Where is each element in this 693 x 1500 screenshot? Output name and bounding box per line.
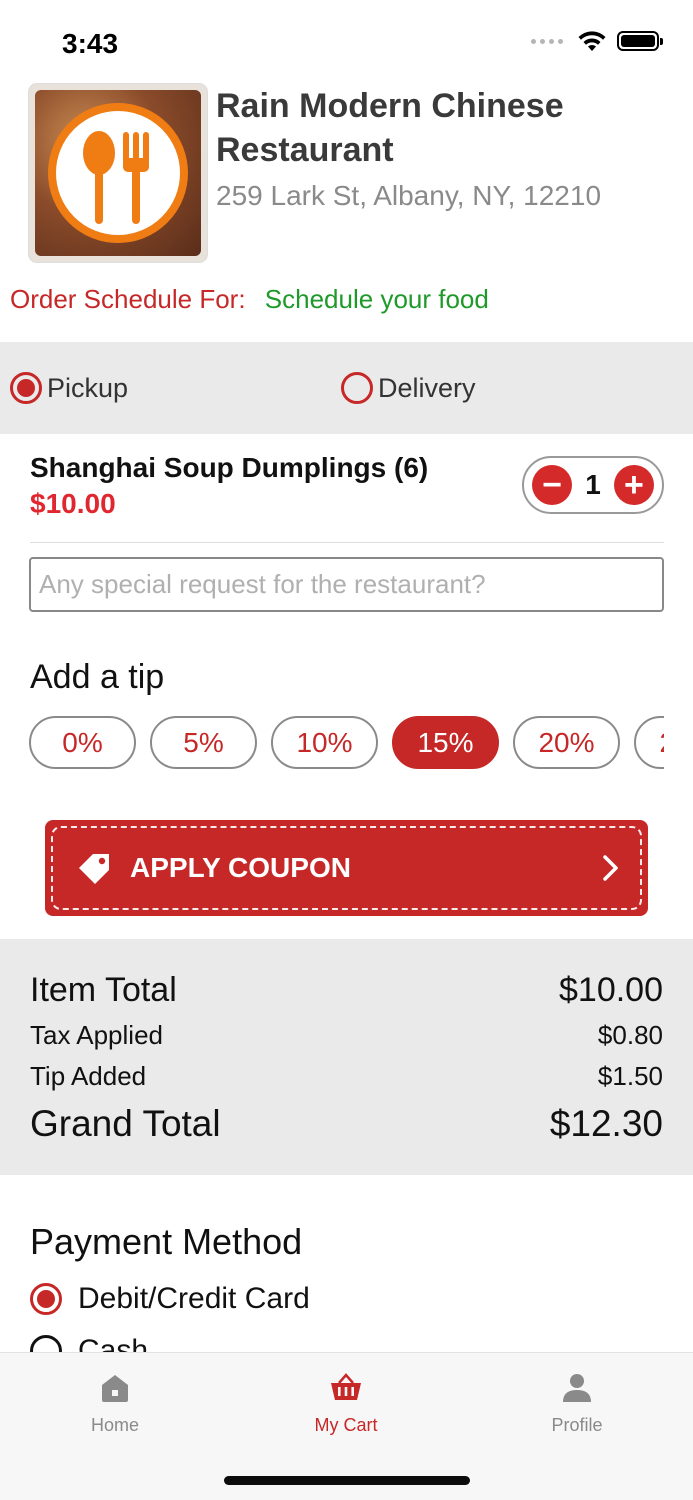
pickup-label: Pickup bbox=[47, 372, 129, 403]
tip-added-label: Tip Added bbox=[30, 1061, 147, 1091]
increase-quantity-button[interactable]: + bbox=[613, 465, 654, 505]
card-radio[interactable] bbox=[30, 1283, 62, 1315]
tab-profile-label: Profile bbox=[551, 1415, 603, 1435]
schedule-food-link[interactable]: Schedule your food bbox=[265, 284, 489, 314]
grand-total-value: $12.30 bbox=[549, 1103, 663, 1144]
delivery-radio[interactable] bbox=[341, 372, 373, 404]
item-total-label: Item Total bbox=[30, 971, 177, 1009]
tip-title: Add a tip bbox=[30, 658, 165, 696]
restaurant-logo bbox=[29, 84, 207, 262]
decrease-quantity-button[interactable]: − bbox=[532, 465, 572, 505]
cart-item: Shanghai Soup Dumplings (6) $10.00 − 1 + bbox=[30, 452, 664, 532]
tip-option-20[interactable]: 20% bbox=[513, 716, 620, 769]
quantity-value: 1 bbox=[585, 469, 601, 500]
cellular-signal-icon bbox=[531, 38, 563, 44]
tag-icon bbox=[79, 854, 109, 884]
basket-icon bbox=[331, 1373, 361, 1400]
tab-home[interactable]: Home bbox=[55, 1369, 175, 1436]
restaurant-address: 259 Lark St, Albany, NY, 12210 bbox=[216, 180, 602, 211]
payment-method-title: Payment Method bbox=[30, 1221, 303, 1262]
special-request-input[interactable] bbox=[29, 557, 664, 612]
apply-coupon-label: APPLY COUPON bbox=[130, 852, 351, 883]
status-icons bbox=[531, 30, 663, 52]
home-indicator bbox=[224, 1476, 470, 1485]
utensils-logo-icon bbox=[48, 103, 188, 243]
home-icon bbox=[102, 1375, 128, 1402]
card-label: Debit/Credit Card bbox=[78, 1282, 310, 1315]
item-total-value: $10.00 bbox=[559, 971, 663, 1009]
tip-option-5[interactable]: 5% bbox=[150, 716, 257, 769]
wifi-icon bbox=[578, 31, 606, 51]
tax-value: $0.80 bbox=[597, 1020, 663, 1050]
grand-total-row: Grand Total $12.30 bbox=[30, 1103, 663, 1145]
status-time: 3:43 bbox=[62, 28, 119, 59]
tip-added-value: $1.50 bbox=[597, 1061, 663, 1091]
battery-icon bbox=[617, 31, 663, 51]
schedule-row: Order Schedule For: Schedule your food bbox=[10, 284, 489, 315]
tab-home-label: Home bbox=[90, 1415, 139, 1435]
apply-coupon-button[interactable]: APPLY COUPON bbox=[45, 820, 648, 916]
item-total-row: Item Total $10.00 bbox=[30, 971, 663, 1010]
order-totals: Item Total $10.00 Tax Applied $0.80 Tip … bbox=[0, 939, 693, 1175]
grand-total-label: Grand Total bbox=[30, 1103, 221, 1144]
tab-profile[interactable]: Profile bbox=[517, 1369, 637, 1436]
delivery-option[interactable]: Delivery bbox=[341, 372, 476, 404]
tip-added-row: Tip Added $1.50 bbox=[30, 1061, 663, 1092]
pickup-radio[interactable] bbox=[10, 372, 42, 404]
schedule-label: Order Schedule For: bbox=[10, 284, 246, 314]
tip-options[interactable]: 0% 5% 10% 15% 20% 25% bbox=[29, 716, 664, 770]
tab-my-cart[interactable]: My Cart bbox=[286, 1369, 406, 1436]
tax-label: Tax Applied bbox=[30, 1020, 163, 1050]
tax-row: Tax Applied $0.80 bbox=[30, 1020, 663, 1051]
order-type-selector: Pickup Delivery bbox=[0, 342, 693, 434]
tip-option-15[interactable]: 15% bbox=[392, 716, 499, 769]
payment-option-card[interactable]: Debit/Credit Card bbox=[30, 1282, 310, 1316]
status-bar: 3:43 bbox=[0, 0, 693, 80]
tab-my-cart-label: My Cart bbox=[314, 1415, 378, 1435]
quantity-stepper: − 1 + bbox=[522, 456, 664, 514]
restaurant-name: Rain Modern Chinese Restaurant bbox=[216, 87, 564, 169]
pickup-option[interactable]: Pickup bbox=[10, 372, 128, 404]
restaurant-header: Rain Modern Chinese Restaurant 259 Lark … bbox=[29, 84, 669, 264]
item-divider bbox=[30, 542, 664, 543]
tip-option-0[interactable]: 0% bbox=[29, 716, 136, 769]
chevron-right-icon bbox=[603, 855, 618, 881]
tip-option-10[interactable]: 10% bbox=[271, 716, 378, 769]
tip-option-25[interactable]: 25% bbox=[634, 716, 664, 769]
person-icon bbox=[563, 1374, 591, 1402]
delivery-label: Delivery bbox=[378, 372, 476, 403]
